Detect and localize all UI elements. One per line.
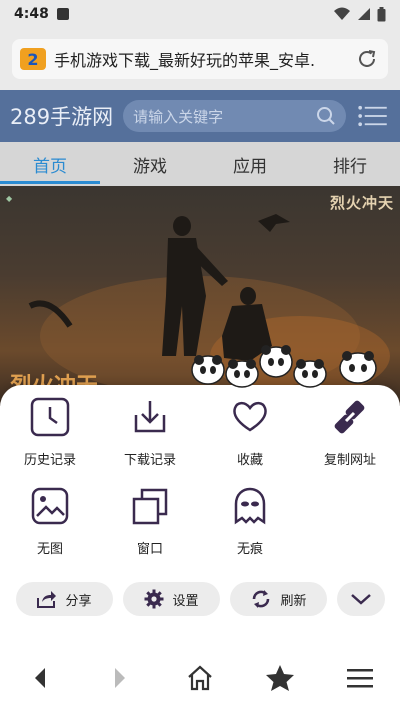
settings-button[interactable]: 设置 xyxy=(123,582,220,616)
gear-icon xyxy=(144,589,164,609)
share-button[interactable]: 分享 xyxy=(16,582,113,616)
copy-url-button[interactable]: 复制网址 xyxy=(300,395,400,468)
address-bar: 2 手机游戏下载_最新好玩的苹果_安卓. xyxy=(0,28,400,90)
back-arrow-icon xyxy=(35,668,45,688)
favorite-button[interactable]: 收藏 xyxy=(200,395,300,468)
home-icon xyxy=(188,665,212,691)
menu-icon[interactable] xyxy=(356,101,390,131)
menu-icon xyxy=(347,669,373,688)
menu-grid: 历史记录 下载记录 收藏 复制网址 无图 窗口 无痕 xyxy=(0,395,400,557)
tab-home[interactable]: 首页 xyxy=(0,142,100,186)
download-icon xyxy=(128,395,172,439)
refresh-icon xyxy=(253,590,270,608)
menu-button[interactable] xyxy=(320,653,400,703)
history-button[interactable]: 历史记录 xyxy=(0,395,100,468)
refresh-label: 刷新 xyxy=(280,593,307,609)
quick-actions-row: 分享 设置 刷新 xyxy=(16,582,386,616)
cell-signal-icon xyxy=(358,8,370,20)
url-field[interactable]: 2 手机游戏下载_最新好玩的苹果_安卓. xyxy=(12,39,388,79)
downloads-label: 下载记录 xyxy=(123,453,176,468)
panda-sticker-decoration xyxy=(191,345,377,388)
favorite-label: 收藏 xyxy=(236,453,263,468)
search-placeholder: 请输入关键字 xyxy=(133,107,224,126)
refresh-button[interactable]: 刷新 xyxy=(230,582,327,616)
home-button[interactable] xyxy=(160,653,240,703)
page-title: 手机游戏下载_最新好玩的苹果_安卓. xyxy=(54,51,316,70)
forward-button[interactable] xyxy=(80,653,160,703)
chevron-down-icon xyxy=(351,594,371,605)
windows-icon xyxy=(128,484,172,528)
refresh-icon[interactable] xyxy=(354,46,380,72)
windows-button[interactable]: 窗口 xyxy=(100,484,200,557)
square-notification-icon xyxy=(56,8,69,20)
copy-url-label: 复制网址 xyxy=(323,453,376,468)
site-brand[interactable]: 289手游网 xyxy=(10,101,113,131)
incognito-button[interactable]: 无痕 xyxy=(200,484,300,557)
incognito-ghost-icon xyxy=(228,484,272,528)
browser-menu-sheet: 历史记录 下载记录 收藏 复制网址 无图 窗口 无痕 分享 设置 刷新 xyxy=(0,385,400,711)
wifi-icon xyxy=(334,7,350,20)
status-icons xyxy=(333,6,386,22)
game-logo: 烈火冲天 xyxy=(329,194,394,212)
search-icon[interactable] xyxy=(316,106,336,126)
nav-tabs: 首页 游戏 应用 排行 xyxy=(0,142,400,186)
bookmarks-button[interactable] xyxy=(240,653,320,703)
back-button[interactable] xyxy=(0,653,80,703)
status-bar: 4:48 xyxy=(0,0,400,28)
collapse-button[interactable] xyxy=(337,582,385,616)
forward-arrow-icon xyxy=(115,668,125,688)
downloads-button[interactable]: 下载记录 xyxy=(100,395,200,468)
incognito-label: 无痕 xyxy=(236,542,263,557)
tab-ranking[interactable]: 排行 xyxy=(300,142,400,186)
no-image-label: 无图 xyxy=(36,542,63,557)
battery-icon xyxy=(377,6,386,21)
heart-icon xyxy=(228,395,272,439)
publisher-logo: ◆ xyxy=(6,194,13,203)
image-icon xyxy=(28,484,72,528)
link-icon xyxy=(328,395,372,439)
no-image-button[interactable]: 无图 xyxy=(0,484,100,557)
history-label: 历史记录 xyxy=(23,453,76,468)
windows-label: 窗口 xyxy=(136,542,163,557)
star-icon xyxy=(266,665,294,691)
settings-label: 设置 xyxy=(172,593,199,609)
share-icon xyxy=(37,591,57,608)
tab-apps[interactable]: 应用 xyxy=(200,142,300,186)
share-label: 分享 xyxy=(65,593,92,609)
browser-bottom-nav xyxy=(0,653,400,703)
status-time: 4:48 xyxy=(14,6,49,22)
history-clock-icon xyxy=(28,395,72,439)
tab-games[interactable]: 游戏 xyxy=(100,142,200,186)
site-favicon: 2 xyxy=(20,48,46,70)
site-header: 289手游网 请输入关键字 xyxy=(0,90,400,142)
site-search-input[interactable]: 请输入关键字 xyxy=(123,100,346,132)
